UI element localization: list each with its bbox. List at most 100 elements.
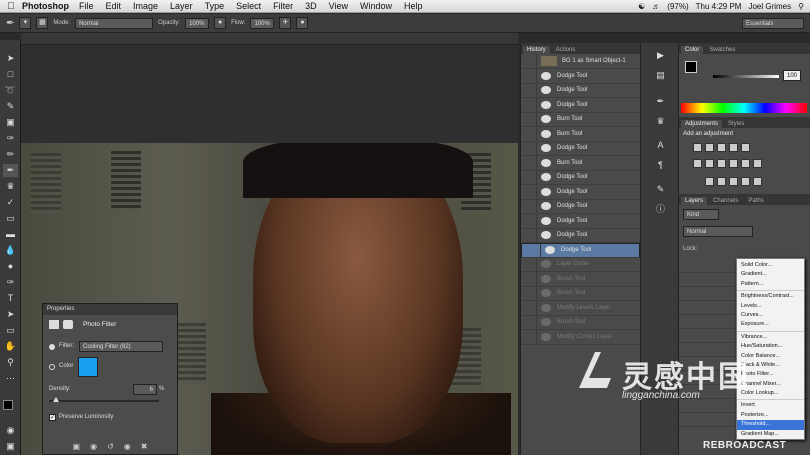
- menu-item[interactable]: Posterize...: [737, 411, 804, 420]
- history-source-checkbox[interactable]: [521, 272, 537, 286]
- path-select-tool-icon[interactable]: ➤: [3, 308, 18, 321]
- history-item[interactable]: Modify Curves Layer: [521, 330, 640, 345]
- history-item[interactable]: Brush Tool: [521, 286, 640, 301]
- menu-item[interactable]: Invert: [737, 401, 804, 410]
- fg-color-chip[interactable]: [685, 61, 697, 73]
- history-item[interactable]: Layer Order: [521, 257, 640, 272]
- posterize-adj-icon[interactable]: [717, 177, 726, 186]
- hand-tool-icon[interactable]: ✋: [3, 340, 18, 353]
- layer-filter-select[interactable]: Kind: [683, 209, 719, 220]
- density-input[interactable]: 6: [133, 384, 157, 395]
- menu-window[interactable]: Window: [360, 1, 392, 11]
- tool-presets-icon[interactable]: ✎: [653, 183, 668, 196]
- move-tool-icon[interactable]: ➤: [3, 52, 18, 65]
- photo-filter-adj-icon[interactable]: [729, 159, 738, 168]
- healing-tool-icon[interactable]: ✏: [3, 148, 18, 161]
- menu-image[interactable]: Image: [133, 1, 158, 11]
- menu-layer[interactable]: Layer: [170, 1, 193, 11]
- previous-state-icon[interactable]: ◉: [90, 442, 97, 454]
- visibility-icon[interactable]: ◉: [124, 442, 131, 454]
- brush-panel-toggle-icon[interactable]: ▦: [36, 17, 49, 29]
- history-source-checkbox[interactable]: [521, 330, 537, 344]
- threshold-adj-icon[interactable]: [729, 177, 738, 186]
- color-radio[interactable]: [49, 364, 55, 370]
- k-value-input[interactable]: 100: [783, 70, 801, 81]
- exposure-adj-icon[interactable]: [729, 143, 738, 152]
- menu-item[interactable]: Hue/Saturation...: [737, 342, 804, 351]
- clip-to-layer-icon[interactable]: ▣: [73, 442, 81, 454]
- eraser-tool-icon[interactable]: ▭: [3, 212, 18, 225]
- history-item[interactable]: Burn Tool: [521, 156, 640, 171]
- brush-tool-icon[interactable]: ✒: [3, 164, 18, 177]
- color-spectrum[interactable]: [681, 103, 807, 113]
- menu-item[interactable]: Vibrance...: [737, 333, 804, 342]
- selective-color-adj-icon[interactable]: [741, 177, 750, 186]
- pen-tool-icon[interactable]: ✑: [3, 276, 18, 289]
- history-icon[interactable]: ▤: [653, 69, 668, 82]
- history-item[interactable]: Dodge Tool: [521, 141, 640, 156]
- history-source-checkbox[interactable]: [521, 112, 537, 126]
- marquee-tool-icon[interactable]: □: [3, 68, 18, 81]
- history-source-checkbox[interactable]: [521, 315, 537, 329]
- gradient-map-adj-icon[interactable]: [753, 177, 762, 186]
- history-snapshot[interactable]: BG 1 as Smart Object-1: [521, 54, 640, 69]
- quick-mask-icon[interactable]: ◉: [3, 424, 18, 437]
- battery-status[interactable]: (97%): [667, 2, 688, 11]
- snapshot-source-icon[interactable]: [521, 54, 537, 68]
- gradient-tool-icon[interactable]: ▬: [3, 228, 18, 241]
- menu-item[interactable]: Threshold...: [737, 420, 804, 430]
- brush-size-picker[interactable]: ▾: [19, 17, 32, 29]
- color-lookup-adj-icon[interactable]: [753, 159, 762, 168]
- history-source-checkbox[interactable]: [521, 214, 537, 228]
- menu-item[interactable]: Solid Color...: [737, 261, 804, 270]
- tab-history[interactable]: History: [523, 46, 550, 54]
- screen-mode-icon[interactable]: ▣: [3, 440, 18, 453]
- history-source-checkbox[interactable]: [521, 257, 537, 271]
- history-source-checkbox[interactable]: [521, 199, 537, 213]
- tab-styles[interactable]: Styles: [724, 120, 748, 128]
- brush-preset-icon[interactable]: ✒: [6, 18, 14, 29]
- history-item[interactable]: Dodge Tool: [521, 69, 640, 84]
- vibrance-adj-icon[interactable]: [741, 143, 750, 152]
- canvas-pasteboard[interactable]: [21, 45, 518, 143]
- opacity-input[interactable]: 100%: [185, 17, 210, 29]
- tab-adjustments[interactable]: Adjustments: [681, 120, 723, 128]
- menu-select[interactable]: Select: [236, 1, 261, 11]
- menu-file[interactable]: File: [79, 1, 94, 11]
- tab-swatches[interactable]: Swatches: [705, 46, 739, 54]
- menu-item[interactable]: Gradient...: [737, 270, 804, 279]
- wifi-icon[interactable]: ☯: [638, 2, 645, 11]
- menu-item[interactable]: Pattern...: [737, 280, 804, 289]
- history-item[interactable]: Dodge Tool: [521, 170, 640, 185]
- brush-icon[interactable]: ✒: [653, 95, 668, 108]
- history-source-checkbox[interactable]: [521, 301, 537, 315]
- menu-view[interactable]: View: [329, 1, 348, 11]
- history-source-checkbox[interactable]: [521, 185, 537, 199]
- history-item[interactable]: Modify Levels Layer: [521, 301, 640, 316]
- foreground-color-swatch[interactable]: [3, 400, 13, 410]
- play-icon[interactable]: ▶: [653, 49, 668, 62]
- history-item[interactable]: Dodge Tool: [521, 83, 640, 98]
- tab-actions[interactable]: Actions: [552, 46, 580, 54]
- character-icon[interactable]: A: [653, 139, 668, 152]
- history-item[interactable]: Brush Tool: [521, 272, 640, 287]
- volume-icon[interactable]: ♬: [652, 2, 660, 11]
- clone-source-icon[interactable]: ♛: [653, 115, 668, 128]
- clone-stamp-tool-icon[interactable]: ♛: [3, 180, 18, 193]
- menu-item[interactable]: Curves...: [737, 311, 804, 320]
- opacity-pressure-icon[interactable]: ●: [214, 17, 227, 29]
- zoom-tool-icon[interactable]: ⚲: [3, 356, 18, 369]
- history-source-checkbox[interactable]: [521, 170, 537, 184]
- hue-sat-adj-icon[interactable]: [693, 159, 702, 168]
- tab-layers[interactable]: Layers: [681, 197, 708, 205]
- menu-help[interactable]: Help: [404, 1, 423, 11]
- history-item[interactable]: Burn Tool: [521, 127, 640, 142]
- menu-item[interactable]: Levels...: [737, 302, 804, 311]
- paragraph-icon[interactable]: ¶: [653, 159, 668, 172]
- history-source-checkbox[interactable]: [521, 69, 537, 83]
- history-item[interactable]: Dodge Tool: [521, 185, 640, 200]
- size-pressure-icon[interactable]: ●: [296, 17, 309, 29]
- reset-icon[interactable]: ↺: [107, 442, 114, 454]
- tab-color[interactable]: Color: [681, 46, 704, 54]
- history-source-checkbox[interactable]: [521, 98, 537, 112]
